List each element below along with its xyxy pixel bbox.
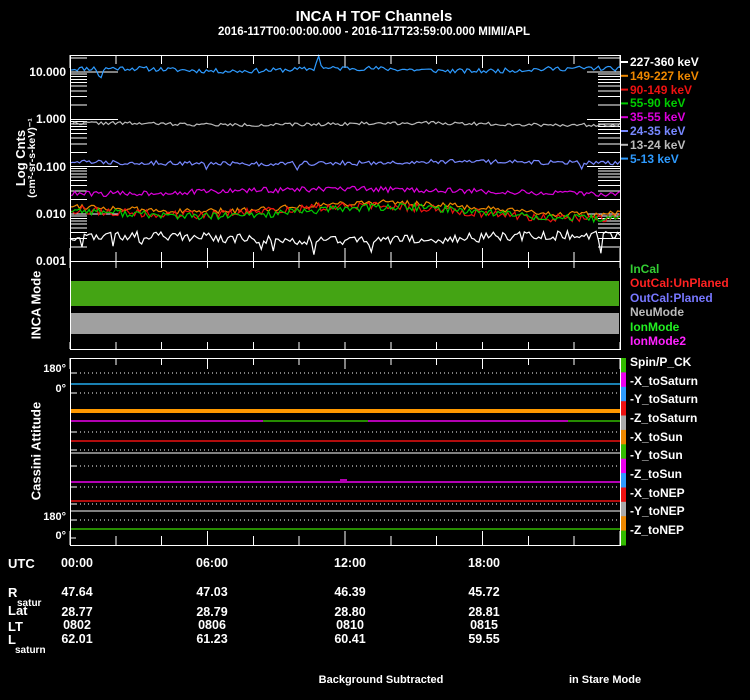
ephem-l-col0: 62.01 xyxy=(61,632,93,646)
counts-ytick-label: 0.001 xyxy=(35,254,66,268)
ephem-lat-col1: 28.79 xyxy=(196,605,228,619)
page-subtitle: 2016-117T00:00:00.000 - 2016-117T23:59:0… xyxy=(218,26,530,38)
mode-legend-item: IonMode2 xyxy=(630,334,686,348)
counts-legend-item: 24-35 keV xyxy=(630,124,686,138)
attitude-axis-color-segment xyxy=(621,501,626,517)
attitude-ytick-label: 180° xyxy=(43,363,66,375)
ephem-row-label-l-sub: saturn xyxy=(15,645,46,656)
ephem-row-label-lat: Lat xyxy=(8,603,28,618)
counts-legend-item: 13-24 keV xyxy=(630,138,686,152)
attitude-axis-color-segment xyxy=(621,487,626,503)
mode-ylabel: INCA Mode xyxy=(28,270,44,340)
ephem-r-col1: 47.03 xyxy=(196,585,228,599)
counts-legend-item: 149-227 keV xyxy=(630,69,699,83)
ephem-lt-col0: 0802 xyxy=(63,618,91,632)
ephem-r-col2: 46.39 xyxy=(334,585,366,599)
ephem-l-col1: 61.23 xyxy=(196,632,228,646)
mode-legend-item: InCal xyxy=(630,262,660,276)
attitude-axis-color-segment xyxy=(621,530,626,546)
attitude-axis-color-segment xyxy=(621,372,626,388)
counts-panel xyxy=(70,55,621,262)
attitude-legend-item: -Y_toSun xyxy=(630,448,683,462)
ephem-lat-col3: 28.81 xyxy=(468,605,500,619)
ephem-row-label-utc: UTC xyxy=(8,556,35,571)
ephem-r-col3: 45.72 xyxy=(468,585,500,599)
attitude-ytick-label: 0° xyxy=(55,530,66,542)
attitude-right-color-ticks xyxy=(621,358,626,546)
ephem-utc-col1: 06:00 xyxy=(196,556,228,570)
ephem-lat-col2: 28.80 xyxy=(334,605,366,619)
ephem-utc-col0: 00:00 xyxy=(61,556,93,570)
attitude-ylabel: Cassini Attitude xyxy=(28,401,44,501)
ephem-lt-col1: 0806 xyxy=(198,618,226,632)
counts-legend-item: 5-13 keV xyxy=(630,152,679,166)
counts-ytick-label: 10.000 xyxy=(29,65,66,79)
attitude-legend-item: -X_toSun xyxy=(630,430,683,444)
attitude-legend-item: Spin/P_CK xyxy=(630,355,692,369)
attitude-legend-item: -Z_toSaturn xyxy=(630,411,698,425)
ephem-r-col0: 47.64 xyxy=(61,585,93,599)
ephem-row-label-r: R xyxy=(8,585,18,600)
attitude-legend-item: -X_toNEP xyxy=(630,486,685,500)
counts-legend-item: 90-149 keV xyxy=(630,83,693,97)
attitude-axis-color-segment xyxy=(621,358,626,373)
attitude-ytick-label: 180° xyxy=(43,511,66,523)
attitude-axis-color-segment xyxy=(621,516,626,532)
mode-legend-item: IonMode xyxy=(630,320,680,334)
attitude-axis-color-segment xyxy=(621,473,626,488)
counts-legend-item: 227-360 keV xyxy=(630,55,699,69)
attitude-legend-item: -X_toSaturn xyxy=(630,374,699,388)
ephem-l-col2: 60.41 xyxy=(334,632,366,646)
mode-legend-item: OutCal:Planed xyxy=(630,291,713,305)
footer-right-note: in Stare Mode xyxy=(568,674,642,686)
ephem-utc-col2: 12:00 xyxy=(334,556,366,570)
mode-panel xyxy=(70,261,621,350)
footer-left-note: Background Subtracted xyxy=(318,674,444,686)
counts-ylabel: Log Cnts (cm²-sr-s-keV)⁻¹ xyxy=(13,118,38,198)
counts-legend-item: 35-55 keV xyxy=(630,110,686,124)
page-title: INCA H TOF Channels xyxy=(295,8,453,25)
mode-legend-item: OutCal:UnPlaned xyxy=(630,276,729,290)
attitude-axis-color-segment xyxy=(621,401,626,417)
ephem-lt-col2: 0810 xyxy=(336,618,364,632)
attitude-legend-item: -Y_toNEP xyxy=(630,504,685,518)
ephem-lt-col3: 0815 xyxy=(470,618,498,632)
attitude-legend-item: -Z_toSun xyxy=(630,467,682,481)
attitude-panel xyxy=(70,358,621,546)
ephem-utc-col3: 18:00 xyxy=(468,556,500,570)
attitude-axis-color-segment xyxy=(621,386,626,402)
attitude-ytick-label: 0° xyxy=(55,383,66,395)
counts-ytick-label: 0.010 xyxy=(35,207,66,221)
attitude-legend-item: -Z_toNEP xyxy=(630,523,684,537)
plot-canvas: INCA H TOF Channels 2016-117T00:00:00.00… xyxy=(0,0,750,700)
attitude-axis-color-segment xyxy=(621,429,626,445)
counts-legend-item: 55-90 keV xyxy=(630,96,686,110)
attitude-legend-item: -Y_toSaturn xyxy=(630,392,699,406)
attitude-axis-color-segment xyxy=(621,415,626,431)
mode-legend-item: NeuMode xyxy=(630,305,684,319)
ephem-l-col3: 59.55 xyxy=(468,632,500,646)
attitude-axis-color-segment xyxy=(621,458,626,474)
counts-ytick-label: 1.000 xyxy=(35,112,66,126)
attitude-axis-color-segment xyxy=(621,444,626,460)
counts-ylabel-line2: (cm²-sr-s-keV)⁻¹ xyxy=(26,118,38,198)
ephem-lat-col0: 28.77 xyxy=(61,605,93,619)
counts-ytick-label: 0.100 xyxy=(35,160,66,174)
